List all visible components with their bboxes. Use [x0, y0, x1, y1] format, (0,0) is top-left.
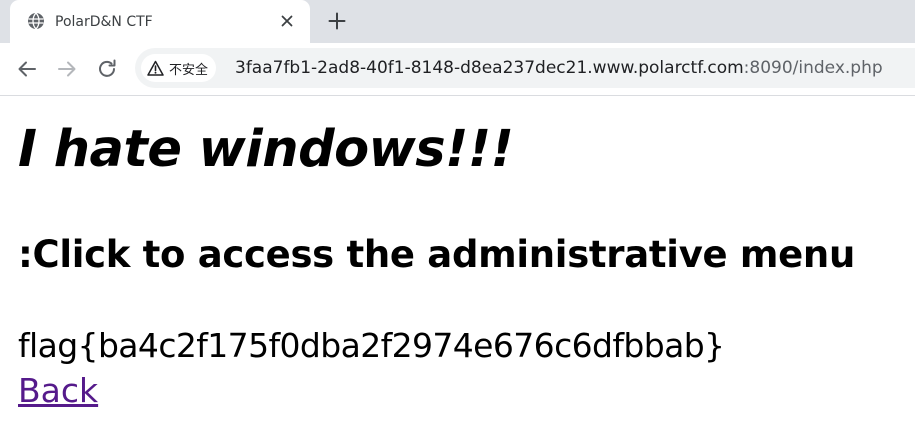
security-indicator[interactable]: 不安全	[141, 54, 217, 82]
browser-tab[interactable]: PolarD&N CTF	[10, 0, 310, 43]
url-path: :8090/index.php	[743, 58, 883, 78]
page-subheading: :Click to access the administrative menu	[18, 233, 856, 276]
back-arrow-icon[interactable]	[16, 58, 38, 80]
browser-toolbar: 不安全 3faa7fb1-2ad8-40f1-8148-d8ea237dec21…	[0, 43, 915, 96]
back-link[interactable]: Back	[18, 371, 98, 411]
address-bar[interactable]: 不安全 3faa7fb1-2ad8-40f1-8148-d8ea237dec21…	[135, 48, 915, 88]
close-icon[interactable]	[279, 13, 295, 29]
flag-text: flag{ba4c2f175f0dba2f2974e676c6dfbbab}	[18, 326, 725, 365]
new-tab-plus-icon[interactable]	[327, 11, 347, 31]
reload-icon[interactable]	[96, 58, 118, 80]
url-host: 3faa7fb1-2ad8-40f1-8148-d8ea237dec21.www…	[235, 58, 744, 78]
warning-triangle-icon	[147, 60, 164, 76]
url-text[interactable]: 3faa7fb1-2ad8-40f1-8148-d8ea237dec21.www…	[235, 58, 883, 78]
globe-icon	[28, 12, 44, 30]
forward-arrow-icon[interactable]	[56, 58, 78, 80]
tab-title: PolarD&N CTF	[55, 14, 153, 30]
page-heading: I hate windows!!!	[18, 120, 514, 179]
tab-strip: PolarD&N CTF	[0, 0, 915, 43]
security-label: 不安全	[169, 62, 209, 78]
